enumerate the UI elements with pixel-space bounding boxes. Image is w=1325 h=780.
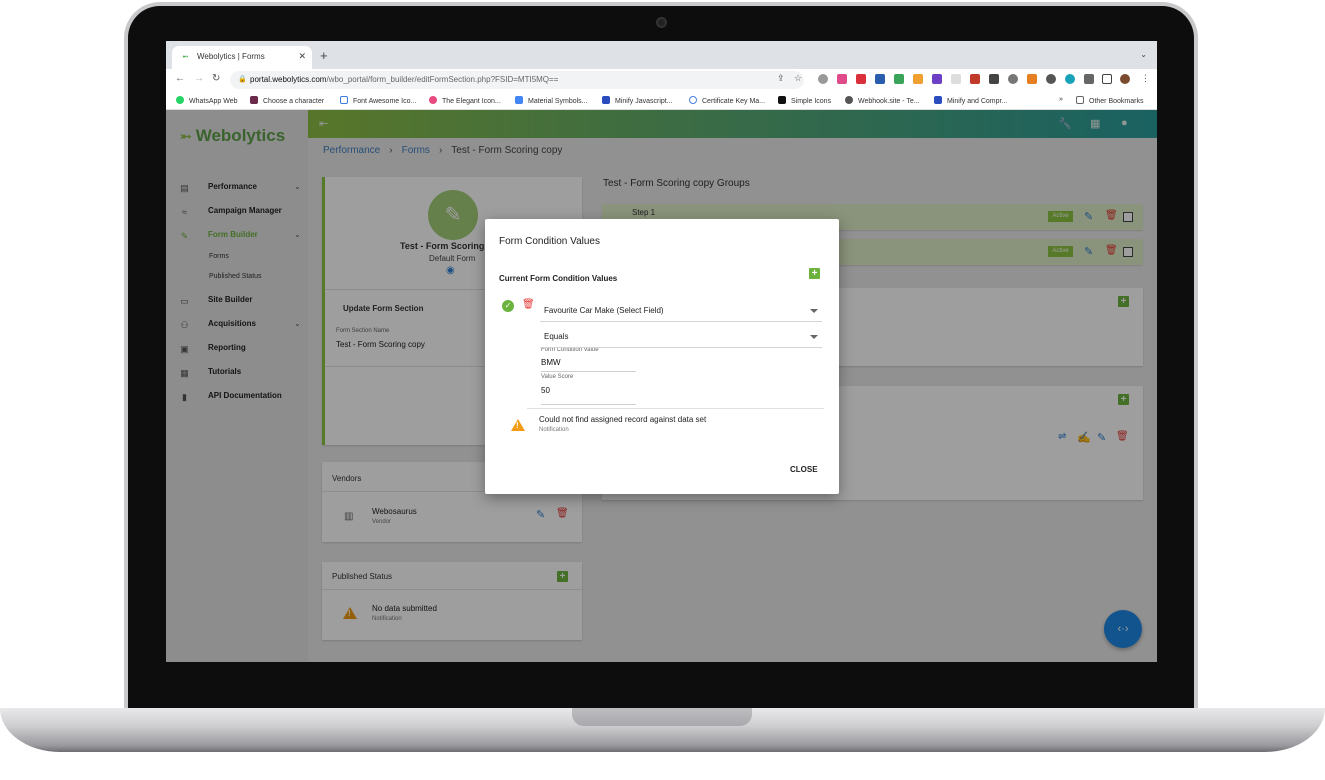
url-path: /wbo_portal/form_builder/editFormSection… [326,75,559,84]
check-circle-icon: ✓ [502,300,514,312]
condition-operator-select[interactable]: Equals [540,324,822,348]
browser-tab[interactable]: ➻ Webolytics | Forms ✕ [172,46,312,69]
dropdown-caret-icon [810,309,818,313]
bookmarks-bar: WhatsApp Web Choose a character Font Awe… [166,91,1157,110]
close-button[interactable]: CLOSE [790,465,818,474]
delete-icon[interactable]: 🗑 [522,299,535,310]
bookmark-item[interactable]: Certificate Key Ma... [689,96,765,105]
bookmark-item[interactable]: Choose a character [250,96,324,105]
bookmark-item[interactable]: Material Symbols... [515,96,588,105]
reload-icon[interactable]: ↻ [212,73,220,84]
other-bookmarks-folder[interactable]: Other Bookmarks [1076,96,1143,105]
browser-menu-icon[interactable]: ⋮ [1141,73,1150,84]
extension-icon[interactable] [913,74,923,84]
extension-icon[interactable] [970,74,980,84]
more-bookmarks-button[interactable]: » [1059,96,1063,103]
share-icon[interactable]: ⇪ [777,73,785,84]
extension-icon[interactable] [1008,74,1018,84]
divider [527,408,824,409]
webcam [656,17,667,28]
warning-icon [511,419,525,431]
extensions-puzzle-icon[interactable] [1084,74,1094,84]
extension-icon[interactable] [1046,74,1056,84]
bookmark-item[interactable]: Minify and Compr... [934,96,1007,105]
tab-title: Webolytics | Forms [197,52,265,61]
bookmark-item[interactable]: Font Awesome Ico... [340,96,416,105]
extension-icon[interactable] [837,74,847,84]
extension-icon[interactable] [989,74,999,84]
side-panel-icon[interactable] [1102,74,1112,84]
url-host: portal.webolytics.com [250,75,327,84]
lock-icon: 🔒 [238,76,247,83]
bookmark-item[interactable]: WhatsApp Web [176,96,238,105]
browser-tab-bar: ➻ Webolytics | Forms ✕ + ⌄ [166,41,1157,69]
bookmark-item[interactable]: The Elegant Icon... [429,96,501,105]
address-bar[interactable]: 🔒 portal.webolytics.com/wbo_portal/form_… [230,71,804,89]
forward-icon[interactable]: → [194,73,204,84]
bookmark-item[interactable]: Simple Icons [778,96,831,105]
extension-icon[interactable] [1065,74,1075,84]
tab-search-chevron-icon[interactable]: ⌄ [1140,50,1147,59]
new-tab-icon[interactable]: + [320,48,328,63]
form-condition-values-dialog: Form Condition Values Current Form Condi… [485,219,839,494]
condition-value-label: Form Condition Value [541,348,599,353]
condition-field-select[interactable]: Favourite Car Make (Select Field) [540,298,822,322]
warning-caption: Notification [539,427,569,433]
laptop-mockup: ➻ Webolytics | Forms ✕ + ⌄ ← → ↻ 🔒 porta… [0,0,1325,780]
screen: ➻ Webolytics | Forms ✕ + ⌄ ← → ↻ 🔒 porta… [166,41,1157,662]
browser-toolbar: ← → ↻ 🔒 portal.webolytics.com/wbo_portal… [166,69,1157,91]
site-favicon-icon: ➻ [182,52,189,61]
add-condition-value-button[interactable]: + [809,268,820,279]
extension-icon[interactable] [932,74,942,84]
dropdown-caret-icon [810,335,818,339]
extension-icon[interactable] [875,74,885,84]
value-score-input[interactable]: 50 [541,386,636,405]
extension-icon[interactable] [894,74,904,84]
dialog-title: Form Condition Values [499,236,600,247]
bookmark-star-icon[interactable]: ☆ [794,73,802,84]
bookmark-item[interactable]: Minify Javascript... [602,96,673,105]
condition-value-input[interactable]: BMW [541,358,636,372]
extension-icon[interactable] [818,74,828,84]
close-tab-icon[interactable]: ✕ [298,51,306,62]
extension-icon[interactable] [856,74,866,84]
value-score-label: Value Score [541,374,574,380]
dialog-subtitle: Current Form Condition Values [499,274,618,283]
profile-avatar[interactable] [1120,74,1130,84]
extension-icon[interactable] [951,74,961,84]
bookmark-item[interactable]: Webhook.site - Te... [845,96,920,105]
extension-icon[interactable] [1027,74,1037,84]
laptop-notch [572,708,752,726]
warning-message: Could not find assigned record against d… [539,415,707,424]
back-icon[interactable]: ← [175,73,185,84]
